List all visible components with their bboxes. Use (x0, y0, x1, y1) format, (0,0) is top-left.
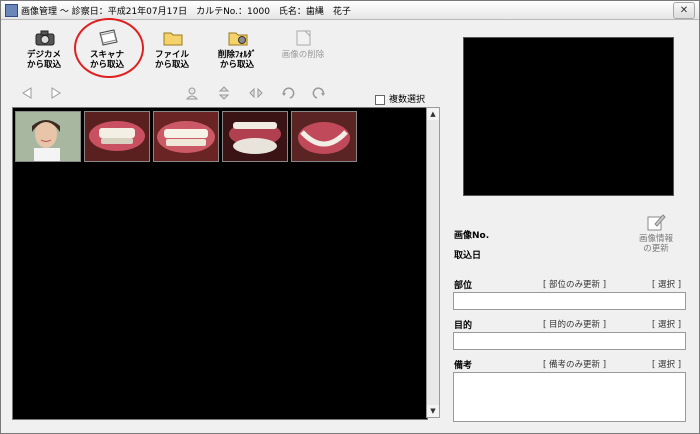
delete-label: 画像の削除 (281, 50, 325, 60)
import-camera-button[interactable]: デジカメ から取込 (14, 25, 74, 75)
previous-icon[interactable] (20, 86, 34, 100)
site-label: 部位 (454, 281, 473, 291)
multi-select-label: 複数選択 (389, 95, 426, 105)
notes-update-link[interactable]: [ 備考のみ更新 ] (543, 358, 606, 370)
update-info-label: 画像情報 の更新 (638, 234, 673, 254)
checkbox-box[interactable] (375, 94, 385, 105)
camera-icon (35, 30, 55, 46)
purpose-select-link[interactable]: [ 選択 ] (652, 318, 681, 330)
camera-label: デジカメ から取込 (26, 50, 61, 70)
close-button[interactable]: ✕ (673, 2, 695, 19)
thumbnail-gallery[interactable] (12, 107, 428, 420)
thumbnail-mouth-open[interactable] (222, 111, 288, 162)
flip-vertical-icon[interactable] (217, 86, 231, 100)
rotate-right-icon[interactable] (312, 86, 326, 100)
scroll-up-icon[interactable]: ▲ (427, 108, 439, 120)
folder-icon (163, 32, 183, 46)
scroll-down-icon[interactable]: ▼ (427, 405, 439, 417)
delete-image-button[interactable]: 画像の削除 (273, 25, 333, 75)
site-field[interactable] (453, 292, 686, 310)
edit-info-icon (647, 214, 666, 231)
app-icon (5, 4, 18, 17)
window-title: 画像管理 ～ 診察日：平成21年07月17日 カルテNo.：1000 氏名：歯縄… (21, 7, 351, 17)
highlight-circle (74, 18, 144, 78)
notes-select-link[interactable]: [ 選択 ] (652, 358, 681, 370)
import-date-label: 取込日 (454, 251, 482, 261)
patient-icon[interactable] (185, 86, 199, 100)
thumbnail-portrait[interactable] (15, 111, 81, 162)
gallery-scrollbar[interactable]: ▲ ▼ (426, 107, 440, 418)
purpose-update-link[interactable]: [ 目的のみ更新 ] (543, 318, 606, 330)
import-deleted-folder-button[interactable]: 削除ﾌｫﾙﾀﾞ から取込 (207, 25, 267, 75)
image-preview (463, 37, 674, 196)
update-image-info-button[interactable]: 画像情報 の更新 (633, 212, 679, 256)
site-update-link[interactable]: [ 部位のみ更新 ] (543, 278, 606, 290)
purpose-label: 目的 (454, 321, 473, 331)
deleted-folder-icon (228, 32, 248, 46)
notes-label: 備考 (454, 361, 473, 371)
thumbnail-teeth-smile[interactable] (153, 111, 219, 162)
notes-field[interactable] (453, 372, 686, 422)
thumbnail-teeth-front[interactable] (84, 111, 150, 162)
delete-image-icon (296, 30, 311, 46)
multi-select-checkbox[interactable]: 複数選択 (375, 92, 425, 105)
image-no-label: 画像No. (454, 231, 490, 241)
deleted-folder-label: 削除ﾌｫﾙﾀﾞ から取込 (217, 50, 257, 70)
file-label: ファイル から取込 (154, 50, 189, 70)
next-icon[interactable] (49, 86, 63, 100)
thumbnail-mouth-lower[interactable] (291, 111, 357, 162)
flip-horizontal-icon[interactable] (249, 86, 263, 100)
purpose-field[interactable] (453, 332, 686, 350)
import-file-button[interactable]: ファイル から取込 (142, 25, 202, 75)
site-select-link[interactable]: [ 選択 ] (652, 278, 681, 290)
rotate-left-icon[interactable] (281, 86, 295, 100)
